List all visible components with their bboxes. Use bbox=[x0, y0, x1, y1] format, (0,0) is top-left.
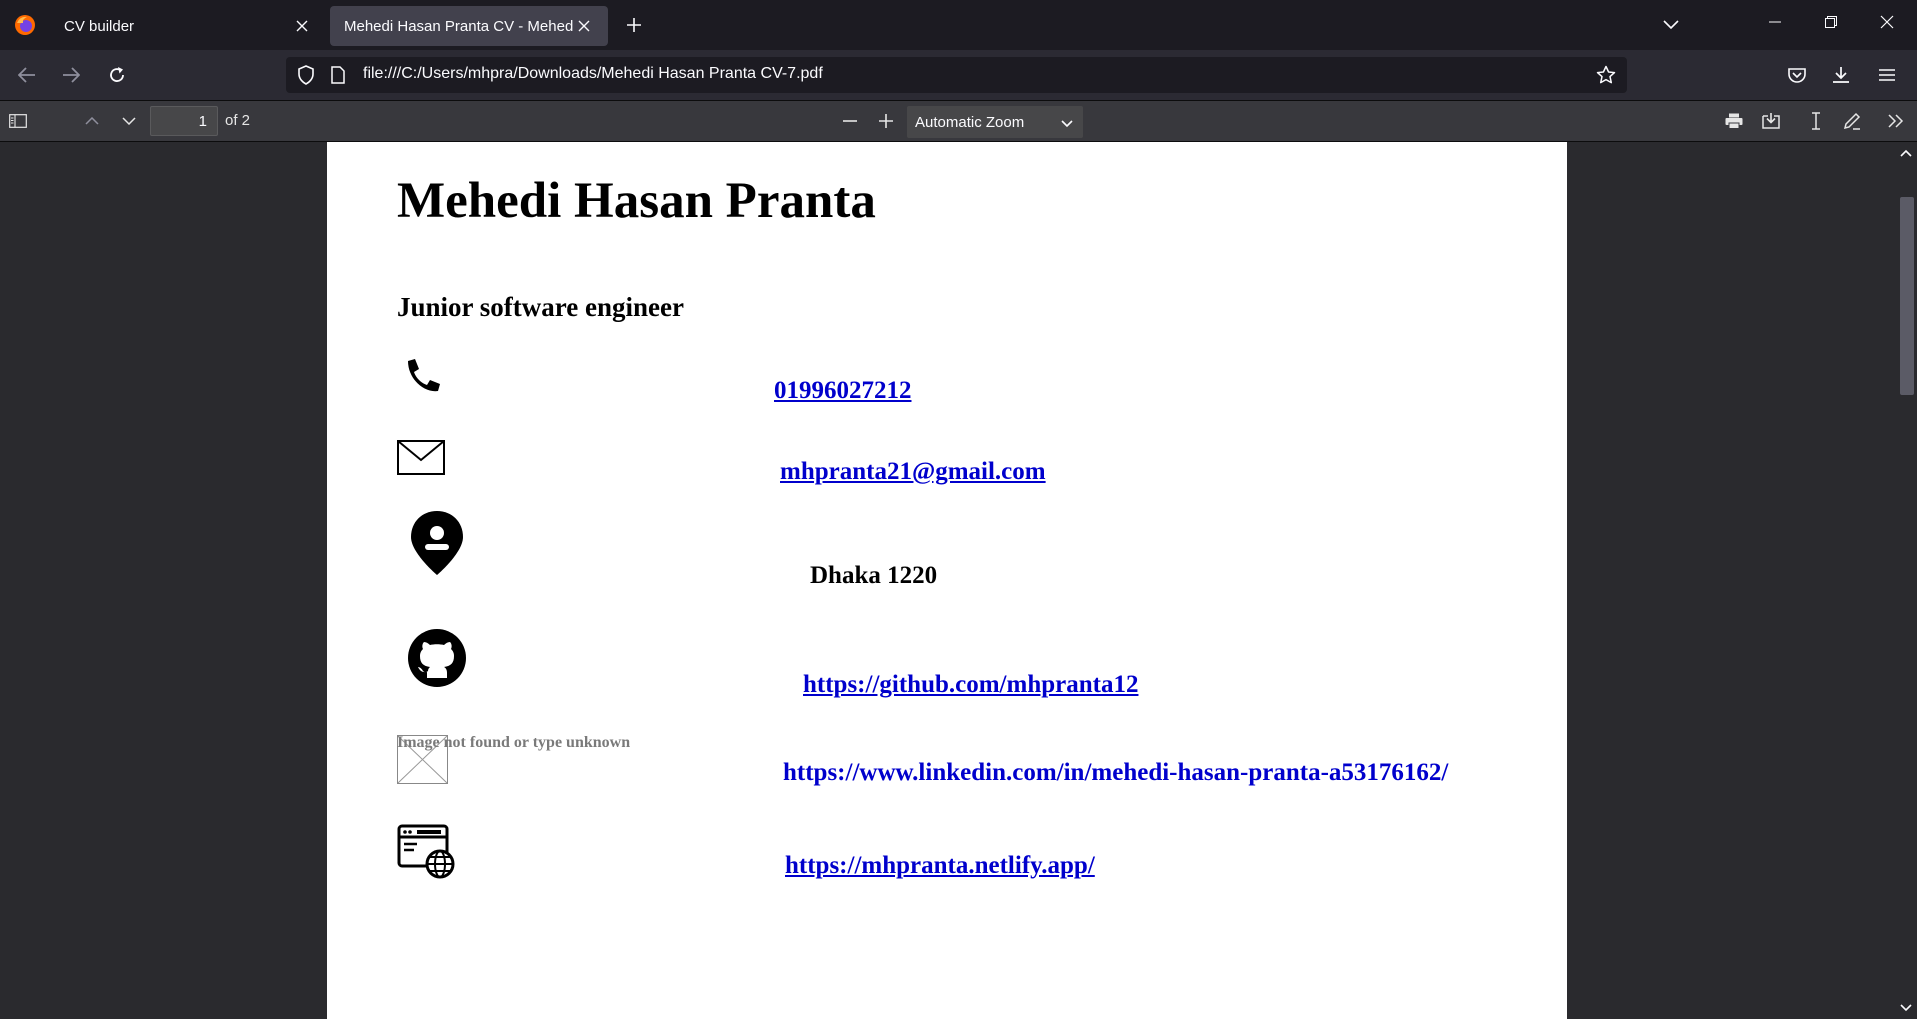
zoom-select[interactable]: Automatic Zoom bbox=[907, 106, 1083, 138]
forward-icon[interactable] bbox=[54, 58, 88, 92]
close-window-icon[interactable] bbox=[1859, 0, 1915, 44]
text-select-icon[interactable] bbox=[1801, 107, 1831, 135]
broken-image-text: Image not found or type unknown bbox=[397, 734, 631, 751]
mail-icon bbox=[397, 440, 445, 480]
sidebar-toggle-icon[interactable] bbox=[3, 107, 33, 135]
close-tab-icon[interactable] bbox=[574, 16, 594, 36]
tab-title: Mehedi Hasan Pranta CV - Mehedi Hasan Pr… bbox=[344, 17, 574, 35]
pdf-page: Mehedi Hasan Pranta Junior software engi… bbox=[327, 142, 1567, 1019]
vertical-scrollbar[interactable] bbox=[1896, 142, 1917, 1019]
navigation-toolbar: file:///C:/Users/mhpra/Downloads/Mehedi … bbox=[0, 50, 1917, 100]
zoom-out-icon[interactable] bbox=[835, 107, 865, 135]
chevron-down-icon bbox=[1061, 115, 1073, 132]
zoom-in-icon[interactable] bbox=[871, 107, 901, 135]
restore-icon[interactable] bbox=[1803, 0, 1859, 44]
website-globe-icon bbox=[397, 824, 455, 885]
draw-pencil-icon[interactable] bbox=[1837, 107, 1867, 135]
previous-page-icon[interactable] bbox=[77, 107, 107, 135]
scrollbar-thumb[interactable] bbox=[1900, 197, 1914, 395]
location: Dhaka 1220 bbox=[810, 562, 937, 590]
bookmark-star-icon[interactable] bbox=[1594, 63, 1618, 87]
url-text[interactable]: file:///C:/Users/mhpra/Downloads/Mehedi … bbox=[363, 65, 823, 83]
website-link[interactable]: https://mhpranta.netlify.app/ bbox=[785, 852, 1095, 880]
linkedin-url[interactable]: https://www.linkedin.com/in/mehedi-hasan… bbox=[783, 759, 1448, 786]
reload-icon[interactable] bbox=[100, 58, 134, 92]
close-tab-icon[interactable] bbox=[292, 16, 312, 36]
website-url[interactable]: https://mhpranta.netlify.app/ bbox=[785, 852, 1095, 879]
pdf-viewer[interactable]: Mehedi Hasan Pranta Junior software engi… bbox=[0, 142, 1917, 1019]
minimize-icon[interactable] bbox=[1747, 0, 1803, 44]
github-icon bbox=[407, 628, 467, 693]
cv-role-heading: Junior software engineer bbox=[397, 292, 684, 322]
github-url[interactable]: https://github.com/mhpranta12 bbox=[803, 671, 1138, 698]
github-link[interactable]: https://github.com/mhpranta12 bbox=[803, 671, 1138, 699]
pocket-icon[interactable] bbox=[1780, 58, 1814, 92]
scroll-up-icon[interactable] bbox=[1900, 144, 1912, 162]
location-pin-icon bbox=[409, 509, 465, 582]
tab-strip: CV builder Mehedi Hasan Pranta CV - Mehe… bbox=[0, 0, 1917, 50]
new-tab-button[interactable] bbox=[614, 5, 654, 45]
phone-number[interactable]: 01996027212 bbox=[774, 377, 912, 404]
page-count-label: of 2 bbox=[225, 112, 251, 129]
app-menu-icon[interactable] bbox=[1870, 58, 1904, 92]
page-icon[interactable] bbox=[326, 63, 350, 87]
tab-title: CV builder bbox=[64, 17, 135, 35]
location-text: Dhaka 1220 bbox=[810, 562, 938, 589]
linkedin-link[interactable]: https://www.linkedin.com/in/mehedi-hasan… bbox=[783, 759, 1448, 787]
phone-icon bbox=[402, 357, 442, 402]
scroll-down-icon[interactable] bbox=[1900, 999, 1912, 1017]
list-all-tabs-icon[interactable] bbox=[1655, 10, 1687, 40]
back-icon[interactable] bbox=[10, 58, 44, 92]
zoom-select-value: Automatic Zoom bbox=[915, 113, 1025, 131]
address-bar[interactable]: file:///C:/Users/mhpra/Downloads/Mehedi … bbox=[286, 57, 1627, 93]
downloads-icon[interactable] bbox=[1824, 58, 1858, 92]
shield-icon[interactable] bbox=[294, 63, 318, 87]
page-number-input[interactable] bbox=[150, 106, 218, 136]
save-pdf-icon[interactable] bbox=[1756, 107, 1786, 135]
email-link[interactable]: mhpranta21@gmail.com bbox=[780, 458, 1046, 486]
email-address[interactable]: mhpranta21@gmail.com bbox=[780, 458, 1046, 485]
phone-link[interactable]: 01996027212 bbox=[774, 377, 912, 405]
tab-cv-pdf[interactable]: Mehedi Hasan Pranta CV - Mehedi Hasan Pr… bbox=[330, 6, 608, 46]
print-icon[interactable] bbox=[1719, 107, 1749, 135]
firefox-logo-icon[interactable] bbox=[0, 0, 50, 50]
tab-cv-builder[interactable]: CV builder bbox=[50, 6, 326, 46]
pdf-toolbar: of 2 Automatic Zoom bbox=[0, 100, 1917, 142]
tools-menu-icon[interactable] bbox=[1881, 107, 1911, 135]
next-page-icon[interactable] bbox=[114, 107, 144, 135]
cv-name-heading: Mehedi Hasan Pranta bbox=[397, 173, 876, 229]
